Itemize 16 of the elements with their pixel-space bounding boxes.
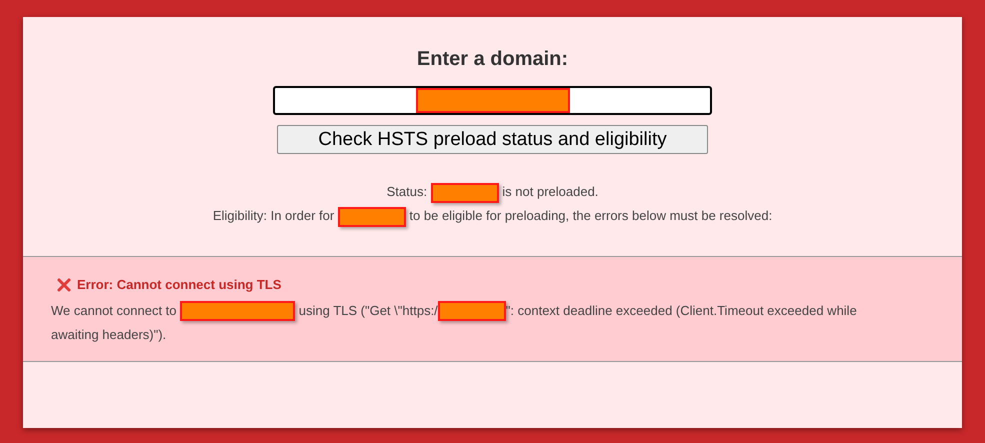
message-text: is not preloaded.: [501, 184, 598, 199]
message-text: awaiting headers)").: [51, 326, 166, 342]
message-text: We cannot connect to: [51, 302, 178, 318]
message-text: ": context deadline exceeded (Client.Timeout exceeded while: [506, 302, 857, 318]
domain-field[interactable]: [273, 86, 712, 115]
message-text: Eligibility: In order for: [212, 208, 336, 223]
redaction-bar: [338, 206, 406, 227]
redaction-bar: [430, 182, 499, 203]
message-text: using TLS ("Get \"https:/: [298, 302, 438, 318]
heading: Enter a domain:: [416, 47, 568, 71]
redaction-bar: [438, 301, 506, 322]
close-icon: [57, 278, 71, 292]
message-text: Status:: [386, 184, 428, 199]
error-title: Error: Cannot connect using TLS: [77, 276, 282, 294]
message-text: to be eligible for preloading, the errors below must be resolved:: [408, 208, 772, 223]
check-button[interactable]: Check HSTS preload status and eligibility: [277, 125, 708, 154]
